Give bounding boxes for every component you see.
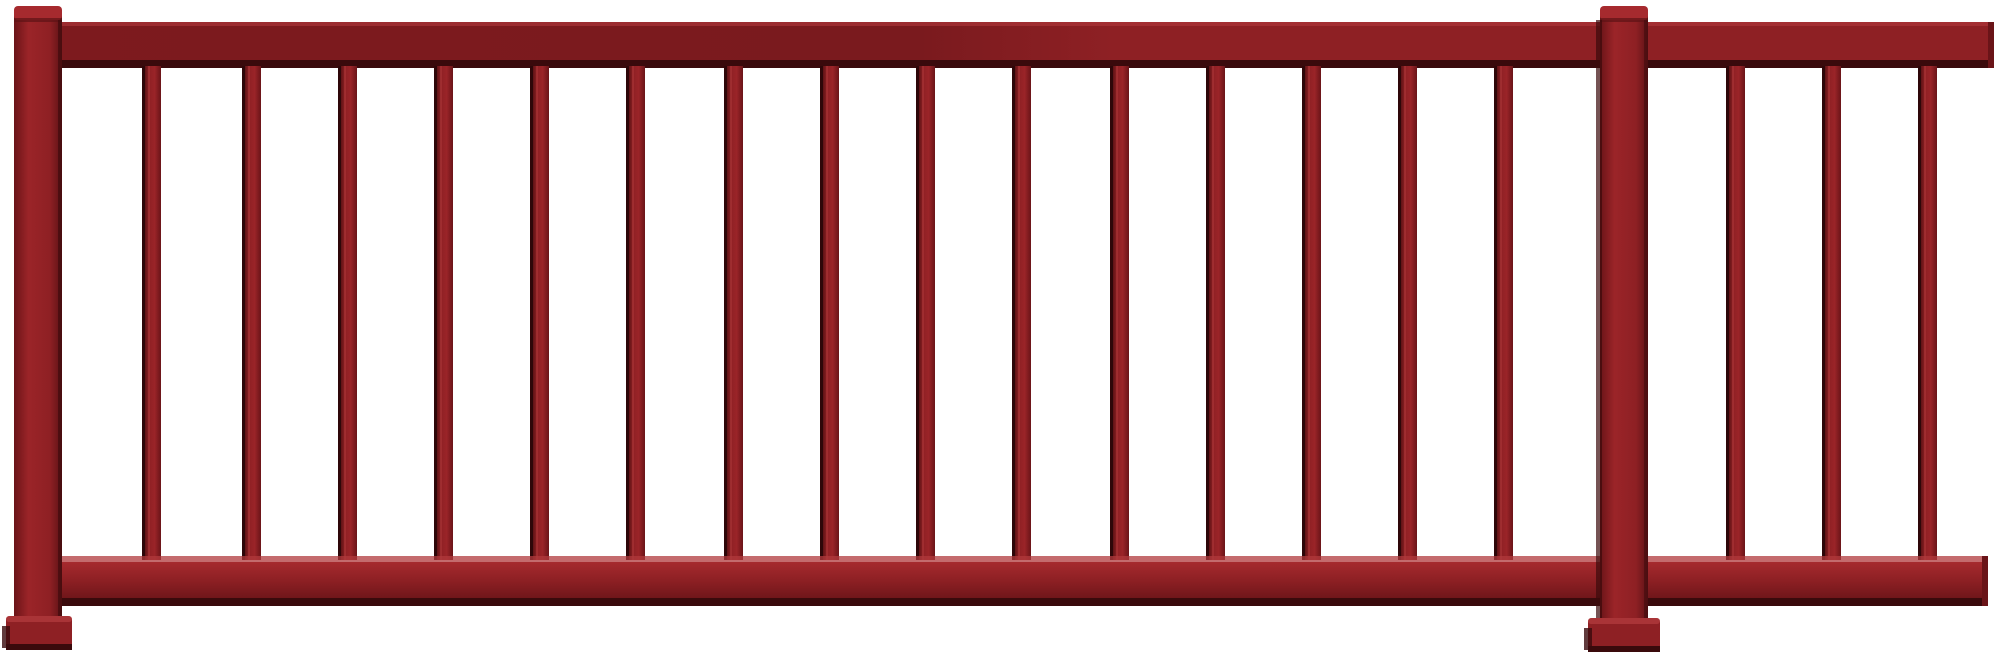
baluster [530,66,549,560]
baluster [142,66,161,560]
bottom-rail [40,556,1988,606]
baluster [1494,66,1513,560]
railing-illustration [2,6,1994,652]
baluster [1398,66,1417,560]
baluster [434,66,453,560]
left-post [2,6,72,650]
baluster [916,66,935,560]
baluster [242,66,261,560]
baluster [1012,66,1031,560]
baluster [1918,66,1937,560]
baluster [724,66,743,560]
balusters [142,66,1937,560]
baluster [626,66,645,560]
right-post [1584,6,1660,652]
baluster [1206,66,1225,560]
baluster [338,66,357,560]
railing-scene [0,0,2000,660]
baluster [1822,66,1841,560]
baluster [820,66,839,560]
baluster [1726,66,1745,560]
top-rail [40,22,1994,68]
baluster [1110,66,1129,560]
baluster [1302,66,1321,560]
